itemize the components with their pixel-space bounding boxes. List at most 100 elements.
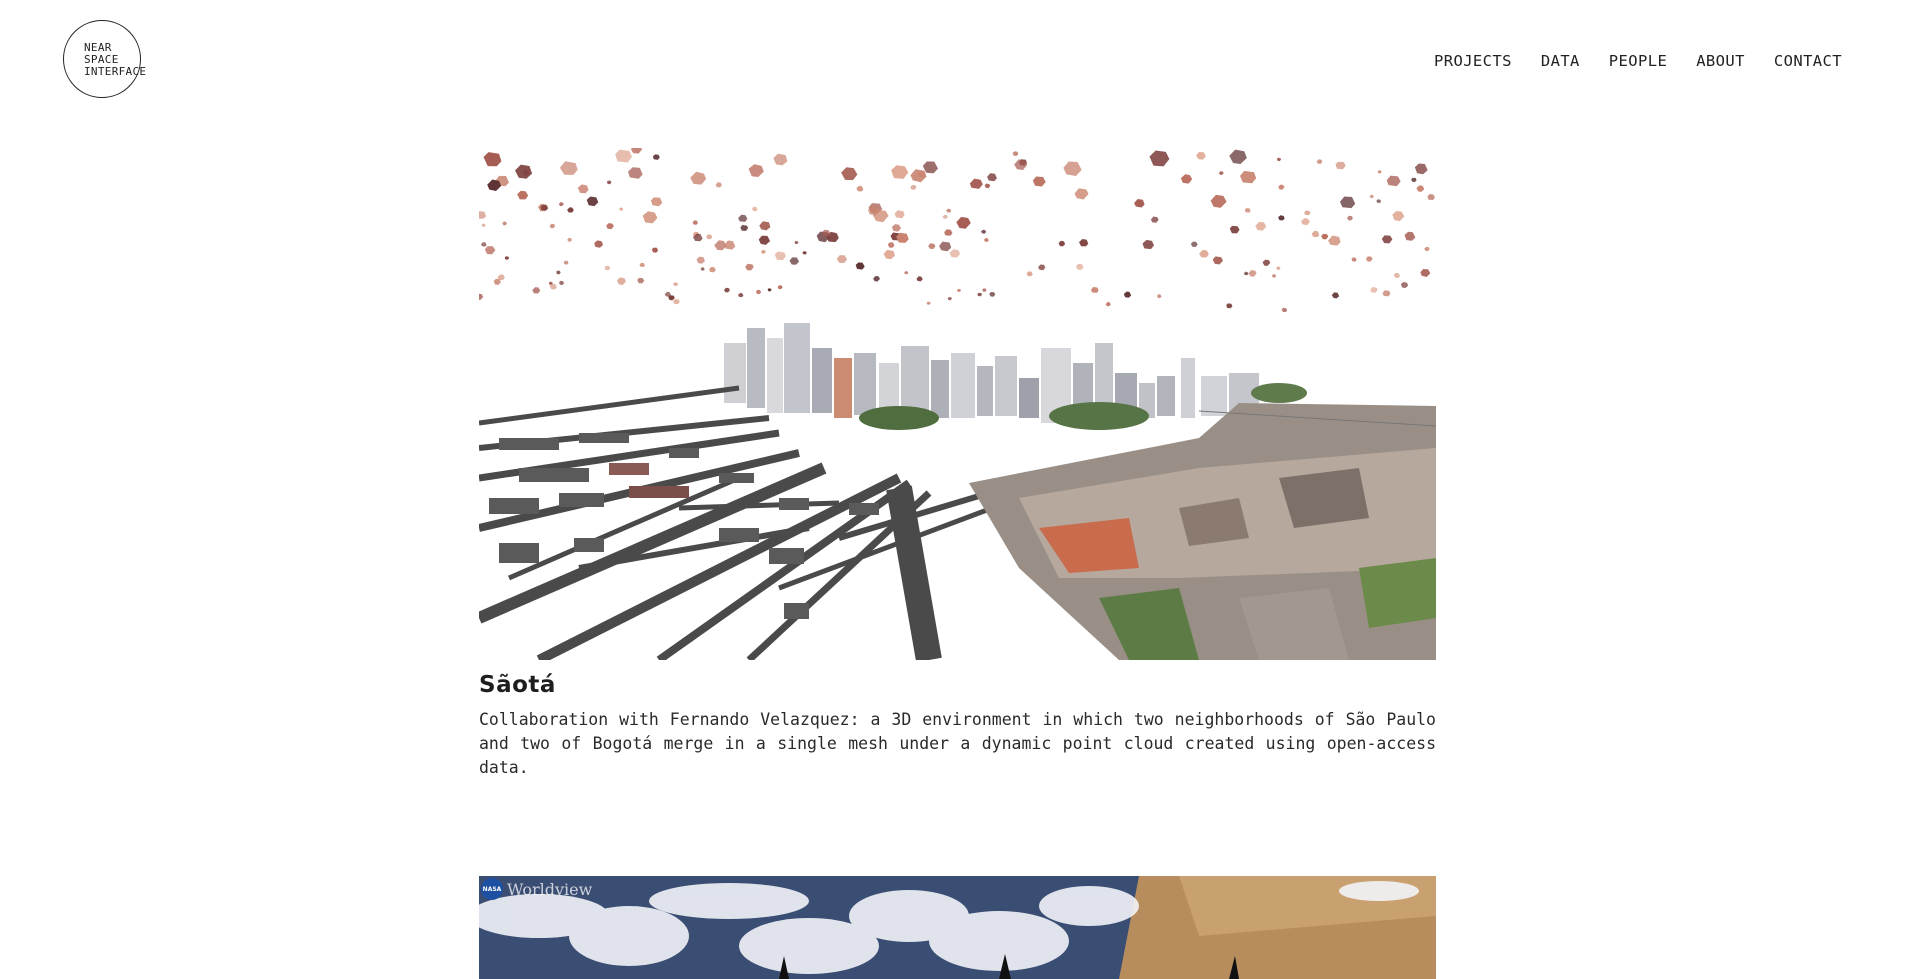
point-cloud-particle <box>910 185 917 190</box>
point-cloud-particle <box>483 152 502 167</box>
point-cloud-particle <box>1226 303 1233 309</box>
point-cloud-particle <box>1105 302 1111 307</box>
point-cloud-particle <box>606 180 612 185</box>
point-cloud-particle <box>758 235 771 245</box>
point-cloud-particle <box>946 208 952 213</box>
point-cloud-particle <box>652 154 660 160</box>
point-cloud-particle <box>1414 163 1428 175</box>
project-card-worldview[interactable]: NASA Worldview <box>479 876 1436 979</box>
point-cloud-particle <box>883 249 895 260</box>
point-cloud-particle <box>1321 233 1329 240</box>
point-cloud-particle <box>700 267 705 271</box>
point-cloud-particle <box>484 246 496 255</box>
point-cloud-particle <box>1411 177 1417 183</box>
point-cloud-particle <box>1038 264 1046 271</box>
point-cloud-particle <box>1278 184 1285 190</box>
point-cloud-particle <box>1218 171 1224 175</box>
project-image[interactable]: NASA Worldview <box>479 876 1436 979</box>
point-cloud-particle <box>724 240 736 250</box>
nav-contact[interactable]: CONTACT <box>1774 52 1842 70</box>
project-image[interactable] <box>479 148 1436 660</box>
point-cloud-particle <box>706 234 713 240</box>
project-title[interactable]: Sãotá <box>479 672 1436 698</box>
point-cloud-particle <box>989 292 996 297</box>
point-cloud-particle <box>956 216 971 229</box>
point-cloud-particle <box>556 270 561 275</box>
point-cloud-particle <box>1244 208 1251 213</box>
point-cloud-particle <box>982 288 987 292</box>
point-cloud-particle <box>760 249 766 254</box>
point-cloud-particle <box>559 161 578 175</box>
point-cloud-particle <box>981 229 987 234</box>
point-cloud-particle <box>748 164 764 177</box>
point-cloud-particle <box>1150 216 1159 223</box>
point-cloud-particle <box>947 297 952 301</box>
point-cloud-particle <box>1392 210 1405 222</box>
point-cloud-particle <box>984 183 991 189</box>
point-cloud-particle <box>1012 151 1019 156</box>
point-cloud-particle <box>939 241 952 252</box>
point-cloud-particle <box>616 277 626 285</box>
point-cloud-particle <box>651 247 659 253</box>
point-cloud-particle <box>642 211 658 224</box>
point-cloud-particle <box>1416 185 1425 192</box>
point-cloud-particle <box>696 256 705 264</box>
point-cloud-particle <box>1142 239 1154 250</box>
point-cloud-particle <box>532 287 541 294</box>
point-cloud-particle <box>630 148 643 154</box>
point-cloud-particle <box>910 169 927 183</box>
point-cloud-particle <box>1026 271 1033 277</box>
point-cloud-particle <box>1240 170 1257 184</box>
point-cloud-particle <box>836 255 848 264</box>
nav-data[interactable]: DATA <box>1541 52 1580 70</box>
point-cloud-particle <box>709 266 716 273</box>
nav-about[interactable]: ABOUT <box>1696 52 1745 70</box>
nav-people[interactable]: PEOPLE <box>1609 52 1667 70</box>
point-cloud-particle <box>1180 174 1193 184</box>
point-cloud-particle <box>606 223 614 230</box>
point-cloud-particle <box>759 221 771 231</box>
point-cloud-particle <box>724 287 730 293</box>
point-cloud-particle <box>1276 266 1281 270</box>
point-cloud-particle <box>690 171 707 185</box>
point-cloud-particle <box>1079 239 1089 247</box>
point-cloud-particle <box>894 210 905 219</box>
nav-projects[interactable]: PROJECTS <box>1434 52 1512 70</box>
point-cloud-particle <box>1134 199 1145 208</box>
point-cloud-particle <box>1370 287 1378 293</box>
point-cloud-particle <box>1376 199 1381 203</box>
point-cloud-particle <box>745 263 754 271</box>
point-cloud-particle <box>1190 241 1198 247</box>
point-cloud-particle <box>789 257 800 265</box>
point-cloud-particle <box>977 292 982 297</box>
point-cloud-particle <box>1304 210 1311 216</box>
logo[interactable]: NEAR SPACE INTERFACE <box>63 20 146 98</box>
point-cloud-particle <box>1381 235 1393 244</box>
point-cloud-particle <box>1386 175 1401 187</box>
point-cloud-particle <box>755 289 762 295</box>
point-cloud-particle <box>773 153 788 166</box>
project-card-saota[interactable]: Sãotá Collaboration with Fernando Velazq… <box>479 148 1436 780</box>
point-cloud-particle <box>873 276 880 282</box>
point-cloud-particle <box>794 240 799 245</box>
point-cloud-particle <box>1377 170 1382 174</box>
site-header: NEAR SPACE INTERFACE PROJECTS DATA PEOPL… <box>0 0 1908 130</box>
worldview-label: Worldview <box>507 879 593 899</box>
nasa-logo-icon: NASA <box>481 878 503 900</box>
point-cloud-particle <box>1199 249 1209 258</box>
point-cloud-particle <box>957 288 961 292</box>
road-network <box>479 385 1040 660</box>
point-cloud-particle <box>855 262 865 270</box>
point-cloud-particle <box>1255 221 1267 231</box>
point-cloud-particle <box>891 165 909 179</box>
point-cloud-particle <box>692 220 698 225</box>
point-cloud-particle <box>504 256 510 260</box>
point-cloud-particle <box>1424 246 1430 252</box>
point-cloud-particle <box>1400 282 1409 289</box>
point-cloud-particle <box>628 167 643 179</box>
point-cloud-particle <box>1074 188 1089 200</box>
point-cloud-particle <box>774 251 786 261</box>
point-cloud-particle <box>969 178 983 189</box>
point-cloud-particle <box>1212 256 1223 265</box>
worldview-watermark: NASA Worldview <box>481 878 592 900</box>
